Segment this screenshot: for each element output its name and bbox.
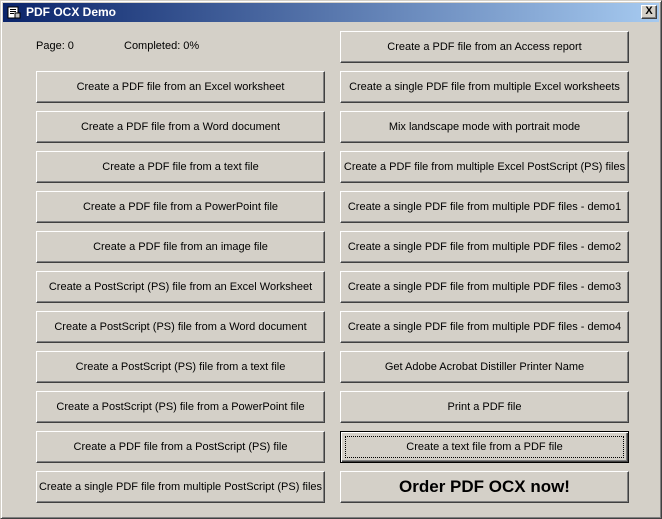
merge-pdf-demo4-button[interactable]: Create a single PDF file from multiple P… xyxy=(340,311,629,343)
ps-to-pdf-button[interactable]: Create a PDF file from a PostScript (PS)… xyxy=(36,431,325,463)
page-label: Page: 0 xyxy=(36,40,74,52)
merge-pdf-demo1-button[interactable]: Create a single PDF file from multiple P… xyxy=(340,191,629,223)
print-pdf-button[interactable]: Print a PDF file xyxy=(340,391,629,423)
merge-pdf-demo3-button[interactable]: Create a single PDF file from multiple P… xyxy=(340,271,629,303)
order-now-button[interactable]: Order PDF OCX now! xyxy=(340,471,629,503)
word-to-pdf-button[interactable]: Create a PDF file from a Word document xyxy=(36,111,325,143)
get-distiller-printer-button[interactable]: Get Adobe Acrobat Distiller Printer Name xyxy=(340,351,629,383)
close-button[interactable]: X xyxy=(641,5,657,19)
text-to-pdf-button[interactable]: Create a PDF file from a text file xyxy=(36,151,325,183)
powerpoint-to-pdf-button[interactable]: Create a PDF file from a PowerPoint file xyxy=(36,191,325,223)
multiple-ps-to-pdf-button[interactable]: Create a single PDF file from multiple P… xyxy=(36,471,325,503)
image-to-pdf-button[interactable]: Create a PDF file from an image file xyxy=(36,231,325,263)
title-bar[interactable]: PDF OCX Demo X xyxy=(3,3,659,22)
window-title: PDF OCX Demo xyxy=(26,5,117,19)
word-to-ps-button[interactable]: Create a PostScript (PS) file from a Wor… xyxy=(36,311,325,343)
text-to-ps-button[interactable]: Create a PostScript (PS) file from a tex… xyxy=(36,351,325,383)
pdf-to-text-button[interactable]: Create a text file from a PDF file xyxy=(340,431,629,463)
multiple-excel-ps-to-pdf-button[interactable]: Create a PDF file from multiple Excel Po… xyxy=(340,151,629,183)
excel-to-pdf-button[interactable]: Create a PDF file from an Excel workshee… xyxy=(36,71,325,103)
app-icon xyxy=(7,6,21,19)
app-window: PDF OCX Demo X Page: 0 Completed: 0% Cre… xyxy=(0,0,662,519)
powerpoint-to-ps-button[interactable]: Create a PostScript (PS) file from a Pow… xyxy=(36,391,325,423)
access-report-to-pdf-button[interactable]: Create a PDF file from an Access report xyxy=(340,31,629,63)
merge-pdf-demo2-button[interactable]: Create a single PDF file from multiple P… xyxy=(340,231,629,263)
completed-label: Completed: 0% xyxy=(124,40,200,52)
close-icon: X xyxy=(645,5,653,17)
excel-to-ps-button[interactable]: Create a PostScript (PS) file from an Ex… xyxy=(36,271,325,303)
mix-landscape-portrait-button[interactable]: Mix landscape mode with portrait mode xyxy=(340,111,629,143)
multiple-excel-to-pdf-button[interactable]: Create a single PDF file from multiple E… xyxy=(340,71,629,103)
